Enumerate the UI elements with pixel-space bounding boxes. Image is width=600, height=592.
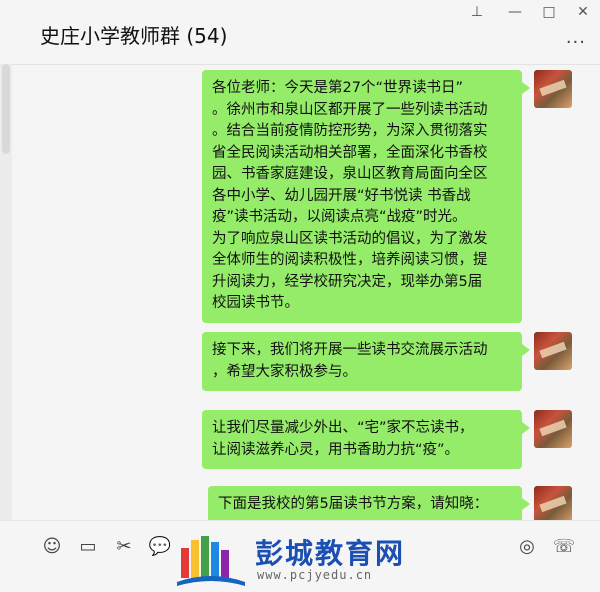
live-icon[interactable]: ◎ bbox=[515, 535, 539, 559]
watermark: 彭城教育网 www.pcjyedu.cn bbox=[175, 530, 445, 588]
voice-call-icon[interactable]: ☏ bbox=[552, 535, 576, 559]
watermark-url: www.pcjyedu.cn bbox=[257, 568, 373, 582]
avatar[interactable] bbox=[534, 332, 572, 370]
message-1: 各位老师：今天是第27个“世界读书日” 。徐州市和泉山区都开展了一些列读书活动 … bbox=[202, 70, 572, 323]
message-bubble[interactable]: 让我们尽量减少外出、“宅”家不忘读书， 让阅读滋养心灵，用书香助力抗“疫”。 bbox=[202, 410, 530, 469]
group-title: 史庄小学教师群 (54) bbox=[40, 24, 228, 48]
chat-header: 史庄小学教师群 (54) ⊥ — □ ✕ ··· bbox=[0, 0, 600, 65]
message-3: 让我们尽量减少外出、“宅”家不忘读书， 让阅读滋养心灵，用书香助力抗“疫”。 bbox=[202, 410, 572, 469]
minimize-icon[interactable]: — bbox=[505, 4, 525, 20]
message-bubble[interactable]: 各位老师：今天是第27个“世界读书日” 。徐州市和泉山区都开展了一些列读书活动 … bbox=[202, 70, 530, 323]
message-2: 接下来，我们将开展一些读书交流展示活动 ，希望大家积极参与。 bbox=[202, 332, 572, 391]
scrollbar-thumb[interactable] bbox=[2, 64, 10, 154]
maximize-icon[interactable]: □ bbox=[539, 4, 559, 20]
avatar[interactable] bbox=[534, 486, 572, 520]
scissors-icon[interactable]: ✂ bbox=[112, 535, 136, 559]
emoji-icon[interactable]: ☺ bbox=[40, 535, 64, 559]
message-4: 下面是我校的第5届读书节方案，请知晓： bbox=[208, 486, 572, 520]
message-bubble[interactable]: 下面是我校的第5届读书节方案，请知晓： bbox=[208, 486, 530, 520]
more-icon[interactable]: ··· bbox=[566, 32, 586, 53]
pin-icon[interactable]: ⊥ bbox=[467, 4, 487, 20]
scrollbar[interactable] bbox=[0, 64, 12, 524]
avatar[interactable] bbox=[534, 70, 572, 108]
avatar[interactable] bbox=[534, 410, 572, 448]
chat-history-icon[interactable]: 💬 bbox=[148, 535, 172, 559]
folder-icon[interactable]: ▭ bbox=[76, 535, 100, 559]
books-logo bbox=[177, 536, 245, 586]
close-icon[interactable]: ✕ bbox=[573, 4, 593, 20]
chat-area: 各位老师：今天是第27个“世界读书日” 。徐州市和泉山区都开展了一些列读书活动 … bbox=[12, 64, 600, 520]
message-bubble[interactable]: 接下来，我们将开展一些读书交流展示活动 ，希望大家积极参与。 bbox=[202, 332, 530, 391]
watermark-name: 彭城教育网 bbox=[255, 537, 406, 570]
